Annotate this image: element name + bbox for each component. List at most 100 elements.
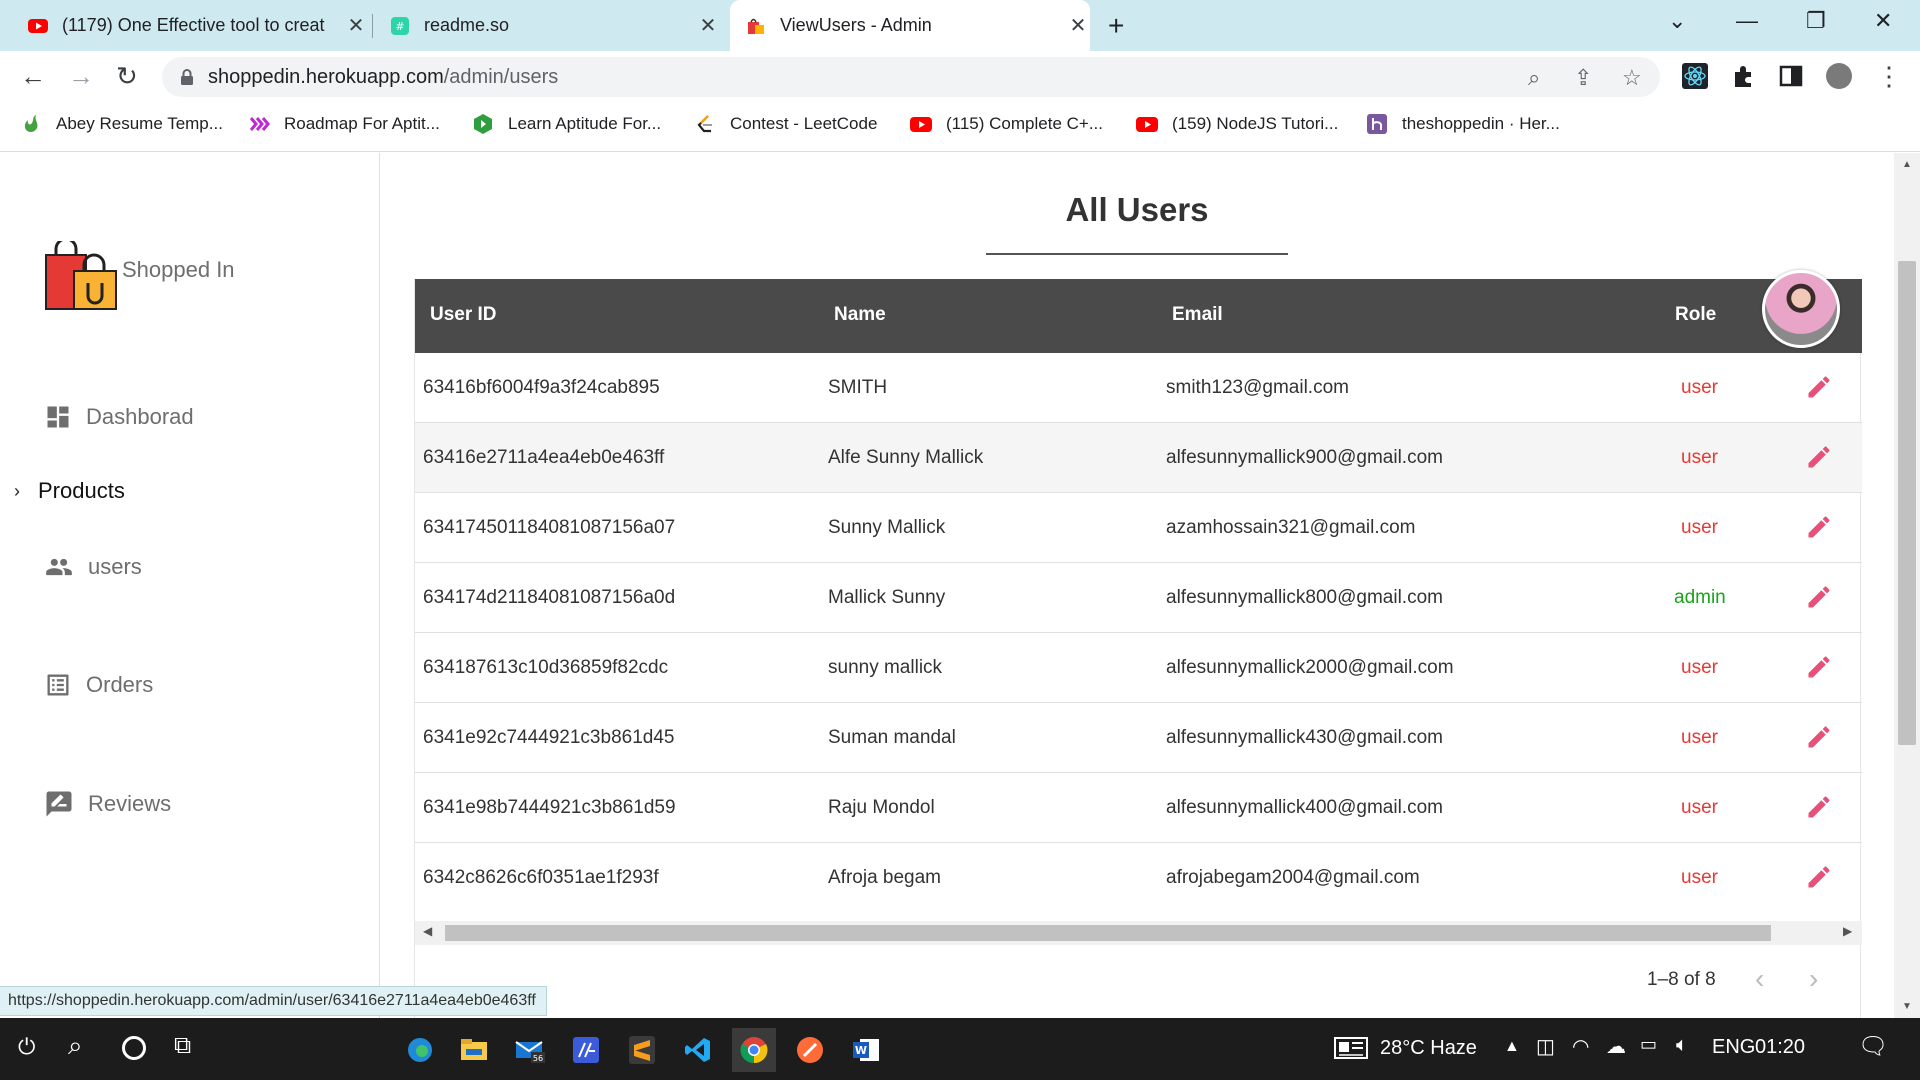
back-icon[interactable]: ← bbox=[20, 61, 46, 92]
table-row[interactable]: 63416bf6004f9a3f24cab895 SMITH smith123@… bbox=[415, 353, 1862, 423]
meet-now-icon[interactable]: ◫ bbox=[1536, 1034, 1555, 1059]
forward-icon[interactable]: → bbox=[68, 61, 94, 92]
menu-kebab-icon[interactable]: ⋮ bbox=[1876, 61, 1902, 92]
scroll-left-icon[interactable]: ◀ bbox=[423, 924, 432, 938]
sidebar-item-products[interactable]: › Products bbox=[14, 478, 125, 504]
postman-taskbar-icon[interactable] bbox=[788, 1028, 832, 1072]
prev-page-icon[interactable]: ‹ bbox=[1755, 963, 1764, 995]
bookmark-item[interactable]: Abey Resume Temp... bbox=[20, 114, 223, 134]
edit-icon[interactable] bbox=[1805, 373, 1833, 401]
reload-icon[interactable]: ↻ bbox=[116, 61, 138, 92]
users-table: User ID Name Email Role 63416bf6004f9a3f… bbox=[414, 279, 1862, 1018]
edit-icon[interactable] bbox=[1805, 583, 1833, 611]
sublime-text-taskbar-icon[interactable] bbox=[620, 1028, 664, 1072]
tab-search-icon[interactable]: ⌄ bbox=[1668, 8, 1686, 34]
cell-name: Suman mandal bbox=[828, 727, 956, 748]
browser-tab-active[interactable]: ViewUsers - Admin ✕ bbox=[730, 0, 1090, 51]
bookmark-item[interactable]: Contest - LeetCode bbox=[694, 114, 877, 134]
edit-icon[interactable] bbox=[1805, 653, 1833, 681]
scroll-right-icon[interactable]: ▶ bbox=[1843, 924, 1852, 938]
language-indicator[interactable]: ENG bbox=[1712, 1036, 1755, 1059]
table-row[interactable]: 634187613c10d36859f82cdc sunny mallick a… bbox=[415, 633, 1862, 703]
brand-logo[interactable]: Shopped In bbox=[44, 241, 235, 311]
heroku-icon bbox=[1367, 114, 1387, 134]
profile-avatar[interactable] bbox=[1826, 63, 1852, 89]
bookmark-item[interactable]: (115) Complete C+... bbox=[910, 114, 1103, 134]
sidebar-item-users[interactable]: users bbox=[44, 553, 142, 581]
zoom-icon[interactable]: ⌕ bbox=[1528, 65, 1540, 91]
table-row[interactable]: 63416e2711a4ea4eb0e463ff Alfe Sunny Mall… bbox=[415, 423, 1862, 493]
sidebar-item-orders[interactable]: Orders bbox=[44, 671, 153, 699]
power-icon[interactable]: ⏻ bbox=[18, 1034, 35, 1060]
close-icon[interactable]: ✕ bbox=[696, 13, 720, 38]
scroll-down-icon[interactable]: ▼ bbox=[1902, 1001, 1912, 1012]
bookmark-item[interactable]: theshoppedin · Her... bbox=[1366, 114, 1560, 134]
search-icon[interactable]: ⌕ bbox=[68, 1030, 83, 1062]
cortana-icon[interactable] bbox=[122, 1036, 146, 1060]
address-bar[interactable]: shoppedin.herokuapp.com/admin/users ⌕ ⇪ … bbox=[162, 57, 1660, 97]
minimize-button[interactable]: — bbox=[1736, 8, 1758, 34]
react-devtools-icon[interactable] bbox=[1682, 63, 1708, 89]
tray-chevron-up-icon[interactable]: ▲ bbox=[1504, 1038, 1520, 1056]
close-icon[interactable]: ✕ bbox=[344, 13, 368, 38]
mail-taskbar-icon[interactable]: 56 bbox=[508, 1028, 552, 1072]
column-header-name[interactable]: Name bbox=[834, 304, 886, 326]
table-row[interactable]: 6341e98b7444921c3b861d59 Raju Mondol alf… bbox=[415, 773, 1862, 843]
table-row[interactable]: 634174501184081087156a07 Sunny Mallick a… bbox=[415, 493, 1862, 563]
horizontal-scrollbar[interactable]: ◀ ▶ bbox=[415, 921, 1862, 945]
new-tab-button[interactable]: + bbox=[1108, 10, 1124, 42]
close-icon[interactable]: ✕ bbox=[1066, 13, 1090, 38]
browser-tab[interactable]: (1179) One Effective tool to creat ✕ bbox=[28, 0, 368, 51]
miro-icon bbox=[249, 116, 270, 132]
cell-name: SMITH bbox=[828, 377, 888, 398]
dashboard-icon bbox=[47, 406, 69, 428]
scroll-up-icon[interactable]: ▲ bbox=[1902, 159, 1912, 170]
notifications-icon[interactable]: 🗨︎ bbox=[1858, 1032, 1888, 1061]
next-page-icon[interactable]: › bbox=[1809, 963, 1818, 995]
column-header-email[interactable]: Email bbox=[1172, 304, 1223, 326]
scrollbar-thumb[interactable] bbox=[1898, 261, 1916, 745]
table-row[interactable]: 6342c8626c6f0351ae1f293f Afroja begam af… bbox=[415, 843, 1862, 913]
cell-role: user bbox=[1681, 797, 1718, 818]
page-title: All Users bbox=[1065, 191, 1209, 228]
word-taskbar-icon[interactable]: W bbox=[844, 1028, 888, 1072]
bookmark-item[interactable]: (159) NodeJS Tutori... bbox=[1136, 114, 1338, 134]
table-row[interactable]: 6341e92c7444921c3b861d45 Suman mandal al… bbox=[415, 703, 1862, 773]
clock[interactable]: 01:20 bbox=[1755, 1036, 1805, 1059]
bookmark-star-icon[interactable]: ☆ bbox=[1622, 65, 1642, 91]
extensions-puzzle-icon[interactable] bbox=[1730, 63, 1756, 89]
column-header-user-id[interactable]: User ID bbox=[430, 304, 497, 326]
task-view-icon[interactable]: ⧉ bbox=[174, 1032, 191, 1060]
onedrive-icon[interactable]: ☁ bbox=[1606, 1034, 1626, 1059]
vertical-scrollbar[interactable]: ▲ ▼ bbox=[1894, 153, 1920, 1018]
share-icon[interactable]: ⇪ bbox=[1574, 65, 1592, 91]
volume-icon[interactable]: 🔈︎ bbox=[1676, 1034, 1688, 1057]
chrome-taskbar-icon[interactable] bbox=[732, 1028, 776, 1072]
edit-icon[interactable] bbox=[1805, 443, 1833, 471]
sticky-app-taskbar-icon[interactable] bbox=[564, 1028, 608, 1072]
vscode-taskbar-icon[interactable] bbox=[676, 1028, 720, 1072]
close-window-button[interactable]: ✕ bbox=[1874, 8, 1892, 34]
edit-icon[interactable] bbox=[1805, 723, 1833, 751]
scrollbar-thumb[interactable] bbox=[445, 925, 1771, 941]
edit-icon[interactable] bbox=[1805, 513, 1833, 541]
edit-icon[interactable] bbox=[1805, 793, 1833, 821]
table-row[interactable]: 634174d21184081087156a0d Mallick Sunny a… bbox=[415, 563, 1862, 633]
overleaf-icon bbox=[24, 115, 38, 132]
battery-icon[interactable]: ▭ bbox=[1640, 1034, 1657, 1055]
edge-taskbar-icon[interactable] bbox=[398, 1028, 442, 1072]
file-explorer-taskbar-icon[interactable] bbox=[452, 1028, 496, 1072]
bookmark-item[interactable]: Learn Aptitude For... bbox=[472, 114, 661, 134]
edit-icon[interactable] bbox=[1805, 863, 1833, 891]
bookmark-label: (115) Complete C+... bbox=[946, 114, 1104, 133]
sidebar-item-dashboard[interactable]: Dashborad bbox=[44, 403, 194, 431]
wifi-icon[interactable]: ◠ bbox=[1572, 1034, 1589, 1059]
user-avatar[interactable] bbox=[1762, 270, 1840, 348]
column-header-role[interactable]: Role bbox=[1675, 304, 1716, 326]
weather-widget[interactable]: 28°C Haze bbox=[1334, 1036, 1477, 1060]
sidebar-item-reviews[interactable]: Reviews bbox=[44, 789, 171, 819]
bookmark-item[interactable]: Roadmap For Aptit... bbox=[248, 114, 440, 134]
restore-button[interactable]: ❐ bbox=[1806, 8, 1826, 34]
side-panel-icon[interactable] bbox=[1778, 63, 1804, 89]
browser-tab[interactable]: # readme.so ✕ bbox=[390, 0, 720, 51]
